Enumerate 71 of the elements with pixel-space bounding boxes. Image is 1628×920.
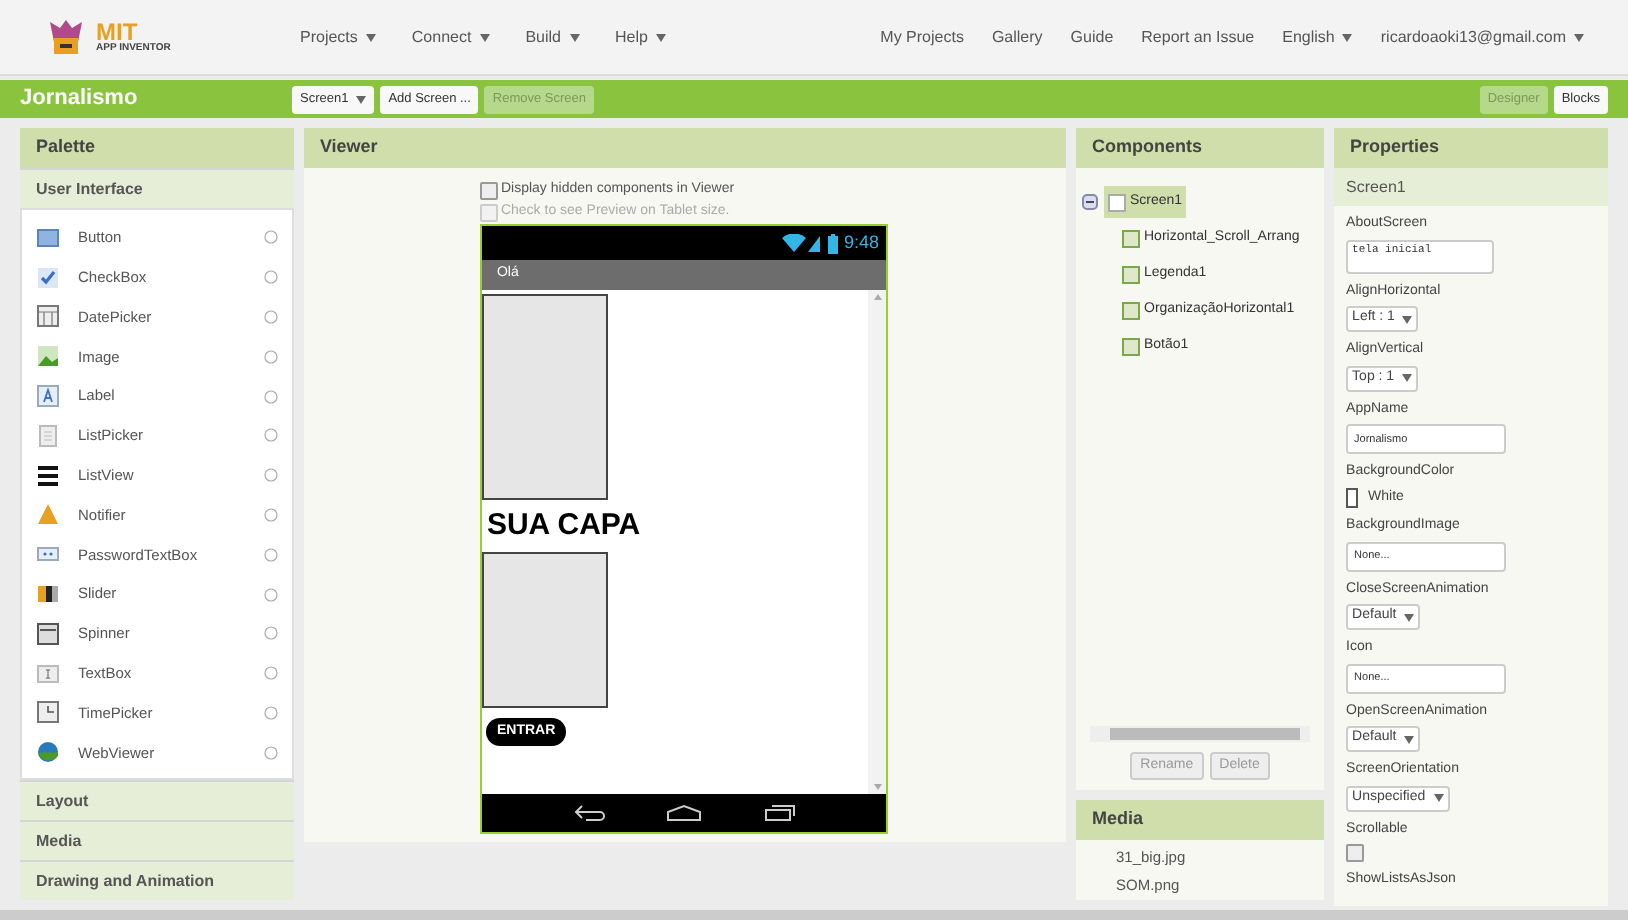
- warning-icon: [36, 502, 60, 527]
- help-icon[interactable]: [263, 270, 278, 285]
- checkbox-icon: [36, 265, 60, 290]
- help-icon[interactable]: [263, 468, 278, 483]
- button-icon: [36, 225, 60, 250]
- globe-icon: [36, 740, 60, 765]
- battery-icon: [827, 233, 838, 253]
- horizontal-scrollbar[interactable]: [1090, 726, 1311, 742]
- collapse-icon[interactable]: [1082, 194, 1098, 210]
- label-icon: [36, 384, 60, 409]
- logo-title: MIT: [96, 20, 138, 44]
- menu-item[interactable]: Build: [525, 25, 579, 49]
- caret-icon: [1404, 613, 1415, 621]
- image-icon: [36, 344, 60, 369]
- project-title: Jornalismo: [20, 84, 140, 115]
- help-icon[interactable]: [263, 309, 278, 324]
- caret-icon: [1433, 794, 1444, 802]
- help-icon[interactable]: [263, 626, 278, 641]
- help-icon[interactable]: [263, 745, 278, 760]
- list-icon: [36, 423, 60, 448]
- scroll-down-icon[interactable]: [873, 784, 882, 790]
- caret-icon: [1404, 735, 1415, 743]
- selected-component: Screen1: [1334, 168, 1608, 206]
- help-icon[interactable]: [263, 587, 278, 602]
- palette-section[interactable]: Layout: [20, 780, 294, 820]
- panel-header: Components: [1076, 128, 1325, 168]
- textbox-icon: [36, 661, 60, 686]
- panel-header: Properties: [1334, 128, 1608, 168]
- palette-section[interactable]: Drawing and Animation: [20, 860, 294, 900]
- panel-header: Palette: [20, 128, 294, 168]
- list-icon: [36, 463, 60, 488]
- menu-item[interactable]: Help: [615, 25, 666, 49]
- help-icon[interactable]: [263, 705, 278, 720]
- logo-icon: [44, 17, 88, 57]
- menu-item[interactable]: Report an Issue: [1141, 25, 1255, 49]
- palette-section[interactable]: User Interface: [20, 168, 294, 208]
- help-icon[interactable]: [263, 507, 278, 522]
- page-scrollbar[interactable]: [0, 910, 1628, 920]
- menu-item[interactable]: Projects: [300, 25, 376, 49]
- home-icon[interactable]: [666, 804, 703, 822]
- menu-item[interactable]: English: [1282, 25, 1353, 49]
- menu-item[interactable]: ricardoaoki13@gmail.com: [1380, 25, 1584, 49]
- menu-item[interactable]: My Projects: [880, 25, 964, 49]
- spinner-icon: [36, 621, 60, 646]
- cover-label: SUA CAPA: [486, 508, 641, 544]
- menu-item[interactable]: Guide: [1070, 25, 1114, 49]
- scroll-up-icon[interactable]: [873, 294, 882, 300]
- palette-section[interactable]: Media: [20, 820, 294, 860]
- panel-header: Media: [1076, 800, 1325, 840]
- checkbox[interactable]: [1346, 844, 1365, 862]
- help-icon[interactable]: [263, 349, 278, 364]
- back-icon[interactable]: [573, 804, 606, 822]
- help-icon[interactable]: [263, 547, 278, 562]
- signal-icon: [781, 234, 822, 252]
- color-swatch[interactable]: [1346, 487, 1359, 508]
- slider-icon: [36, 582, 60, 607]
- help-icon[interactable]: [263, 230, 278, 245]
- recent-apps-icon[interactable]: [764, 804, 797, 822]
- caret-icon: [1402, 315, 1413, 323]
- calendar-icon: [36, 304, 60, 329]
- password-icon: [36, 542, 60, 567]
- help-icon[interactable]: [263, 428, 278, 443]
- clock: 9:48: [843, 229, 879, 256]
- help-icon[interactable]: [263, 666, 278, 681]
- clock-icon: [36, 700, 60, 725]
- checkbox[interactable]: [480, 182, 499, 200]
- caret-icon: [1402, 374, 1413, 382]
- menu-item[interactable]: Connect: [411, 25, 490, 49]
- menu-item[interactable]: Gallery: [991, 25, 1043, 49]
- panel-header: Viewer: [303, 128, 1066, 168]
- help-icon[interactable]: [263, 389, 278, 404]
